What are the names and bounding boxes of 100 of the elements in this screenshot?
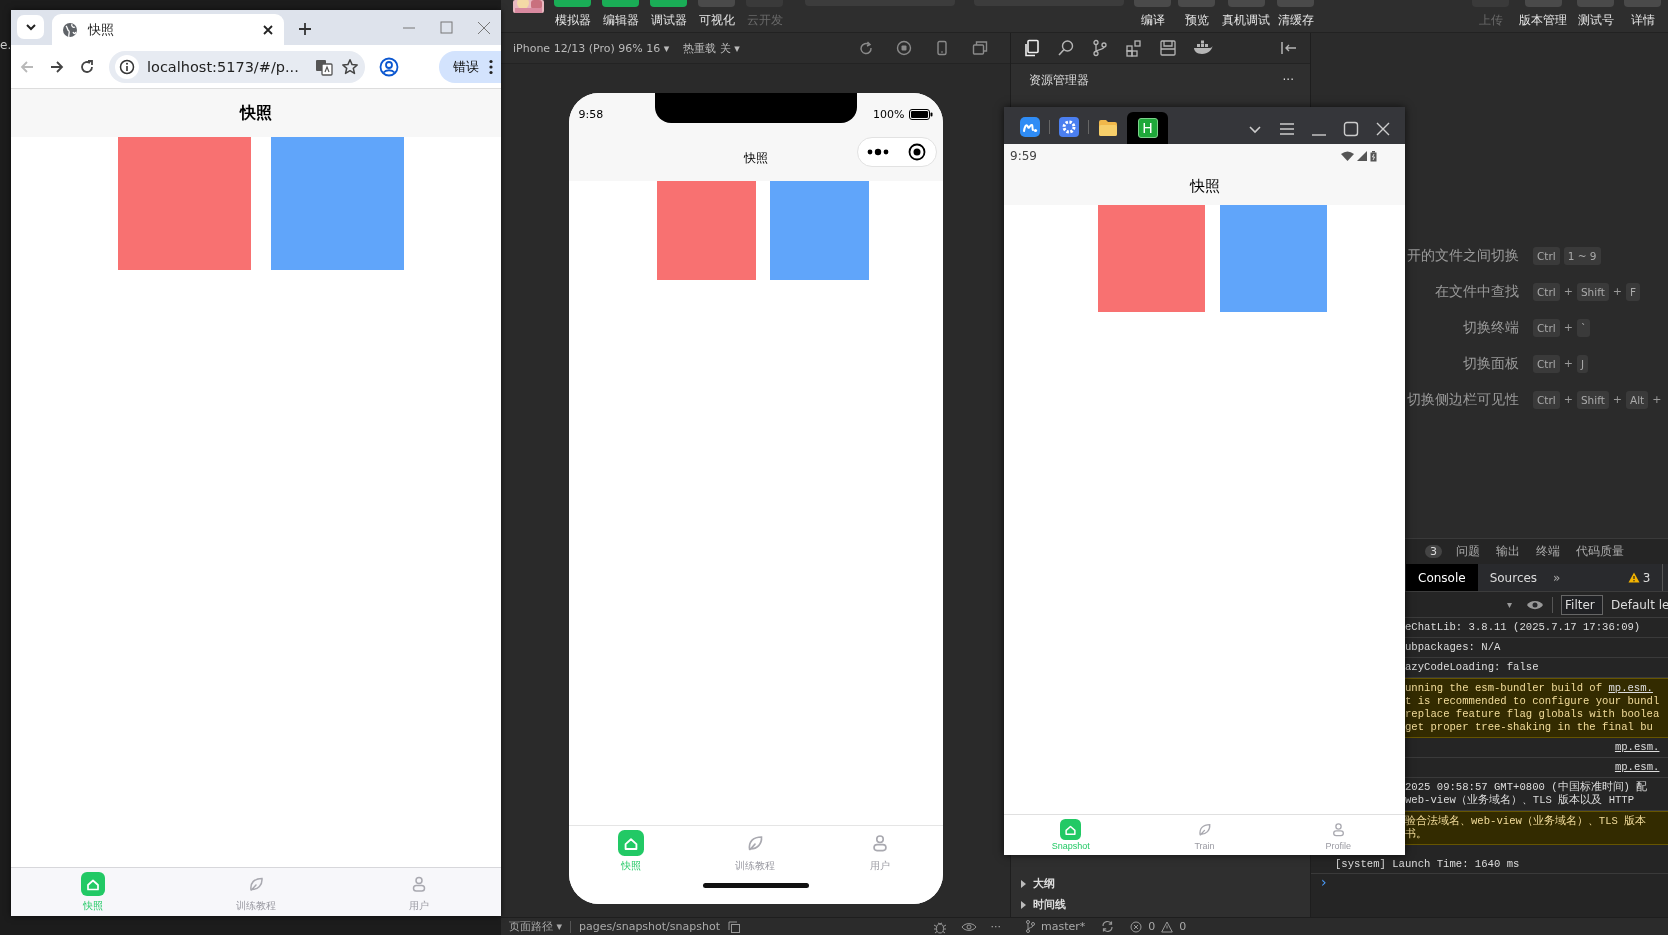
key-cap: Ctrl (1533, 318, 1560, 337)
battery-icon (1370, 150, 1377, 162)
shortcut-label: 开的文件之间切换 (1407, 246, 1519, 263)
home-icon (1060, 819, 1082, 840)
key-cap: 1 ~ 9 (1563, 246, 1601, 265)
app-icon[interactable] (1020, 117, 1040, 137)
maximize-icon[interactable] (1343, 121, 1359, 137)
browser-tab[interactable]: 快照 (52, 14, 284, 45)
toolbar-button[interactable]: 清缓存 (1275, 0, 1316, 29)
extensions-icon[interactable] (1125, 39, 1143, 57)
warning-count: 0 (1179, 920, 1187, 933)
more-tabs-button[interactable]: » (1549, 564, 1561, 591)
gear-icon[interactable] (1059, 117, 1079, 137)
panel-tab[interactable]: 终端 (1536, 543, 1560, 560)
search-icon[interactable] (1057, 39, 1075, 57)
refresh-icon[interactable] (858, 40, 874, 56)
collapse-icon[interactable] (1280, 40, 1298, 56)
key-cap: J (1576, 354, 1588, 373)
source-link[interactable]: mp.esm. (1614, 741, 1660, 754)
filter-field[interactable]: Filter (1561, 594, 1604, 615)
page-path-dropdown[interactable]: 页面路径 ▾ (509, 919, 563, 934)
sync-icon[interactable] (1101, 920, 1115, 933)
panel-tab[interactable]: 输出 (1496, 543, 1520, 560)
kebab-icon (489, 58, 493, 75)
toolbar-button[interactable]: 详情 (1622, 0, 1664, 29)
close-icon[interactable] (262, 23, 274, 36)
devtools-tab[interactable]: Console (1406, 564, 1478, 591)
eye-icon[interactable] (960, 921, 977, 932)
translate-icon[interactable] (315, 57, 333, 76)
save-icon[interactable] (1159, 39, 1177, 57)
device-dropdown[interactable]: iPhone 12/13 (Pro) 96% 16 ▾ (513, 41, 670, 55)
folder-icon[interactable] (1098, 119, 1118, 137)
toolbar-button[interactable]: 预览 (1176, 0, 1217, 29)
record-icon[interactable] (896, 40, 912, 56)
branch-icon[interactable] (1091, 39, 1109, 57)
reload-icon[interactable] (79, 58, 95, 75)
battery-text: 100% (873, 107, 905, 121)
source-link[interactable]: mp.esm. (1608, 682, 1653, 694)
toolbar-button[interactable]: 编辑器 (600, 0, 641, 29)
count-badge: 3 (1425, 545, 1442, 558)
key-cap: Ctrl (1533, 390, 1560, 409)
target-icon[interactable] (908, 143, 926, 161)
key-cap: Ctrl (1533, 246, 1560, 265)
toolbar-button[interactable]: 调试器 (648, 0, 689, 29)
plus-icon[interactable] (298, 22, 312, 36)
log-line: 2025 09:58:57 GMT+0800 (中国标准时间) 配 (1405, 781, 1649, 794)
log-line: 书。 (1405, 828, 1428, 841)
key-cap: Alt (1626, 390, 1649, 409)
address-bar[interactable]: localhost:5173/#/p... (109, 50, 365, 83)
log-level-select[interactable]: Default le (1611, 597, 1668, 612)
copy-icon[interactable] (728, 920, 740, 933)
source-link[interactable]: mp.esm. (1614, 761, 1660, 774)
windows-icon[interactable] (972, 40, 988, 56)
log-line: 验合法域名、web-view（业务域名）、TLS 版本 (1405, 815, 1648, 828)
toolbar-button[interactable]: 测试号 (1575, 0, 1617, 29)
more-button[interactable]: ··· (1282, 73, 1294, 87)
error-button[interactable]: 错误 (439, 50, 501, 83)
error-count: 0 (1148, 920, 1156, 933)
menu-icon[interactable] (1279, 121, 1295, 137)
toolbar-button[interactable]: 编译 (1132, 0, 1173, 29)
devtools-tab[interactable]: Sources (1477, 564, 1550, 591)
log-line: get proper tree-shaking in the final bu (1405, 721, 1654, 734)
eye-icon[interactable] (1526, 598, 1545, 611)
plus-sign: + (1563, 285, 1573, 298)
more-icon[interactable] (867, 148, 889, 156)
section-header[interactable]: 时间线 (1011, 894, 1310, 915)
toolbar-button[interactable]: 可视化 (696, 0, 737, 29)
log-line: t is recommended to configure your bundl (1405, 695, 1661, 708)
toolbar-button[interactable]: 版本管理 (1517, 0, 1570, 29)
branch-icon (1025, 920, 1035, 933)
more-button[interactable]: ··· (990, 920, 1001, 933)
plus-sign: + (1612, 393, 1622, 406)
shortcut-label: 切换面板 (1463, 354, 1519, 371)
tab-list-button[interactable] (17, 15, 44, 39)
toolbar-button[interactable]: 真机调试 (1220, 0, 1272, 29)
panel-tab[interactable]: 代码质量 (1576, 543, 1624, 560)
background-text: e. (0, 38, 12, 52)
home-icon (80, 871, 105, 896)
profile-icon[interactable] (379, 56, 399, 77)
panel-tab[interactable]: 问题 (1456, 543, 1480, 560)
phone-icon[interactable] (934, 40, 950, 56)
files-icon[interactable] (1023, 39, 1041, 57)
battery-icon (908, 108, 933, 120)
section-header[interactable]: 大纲 (1011, 873, 1310, 894)
log-line: eChatLib: 3.8.11 (2025.7.17 17:36:09) (1405, 621, 1642, 634)
whale-icon[interactable] (1193, 40, 1213, 56)
plus-sign: + (1563, 321, 1573, 334)
star-icon[interactable] (341, 57, 359, 76)
status-time: 9:59 (1010, 149, 1037, 163)
branch-name[interactable]: master* (1041, 920, 1086, 933)
page-path: pages/snapshot/snapshot (579, 920, 720, 933)
toolbar-button[interactable]: 模拟器 (552, 0, 593, 29)
panel-title: 资源管理器 (1029, 71, 1089, 89)
home-icon (617, 830, 644, 856)
console-prompt[interactable]: › (1311, 874, 1668, 890)
dropdown-arrow[interactable]: ▾ (1507, 599, 1513, 610)
warning-icon (1627, 572, 1640, 583)
hot-reload-dropdown[interactable]: 热重载 关 ▾ (683, 40, 740, 56)
plus-sign: + (1563, 357, 1573, 370)
forward-icon[interactable] (49, 58, 65, 75)
